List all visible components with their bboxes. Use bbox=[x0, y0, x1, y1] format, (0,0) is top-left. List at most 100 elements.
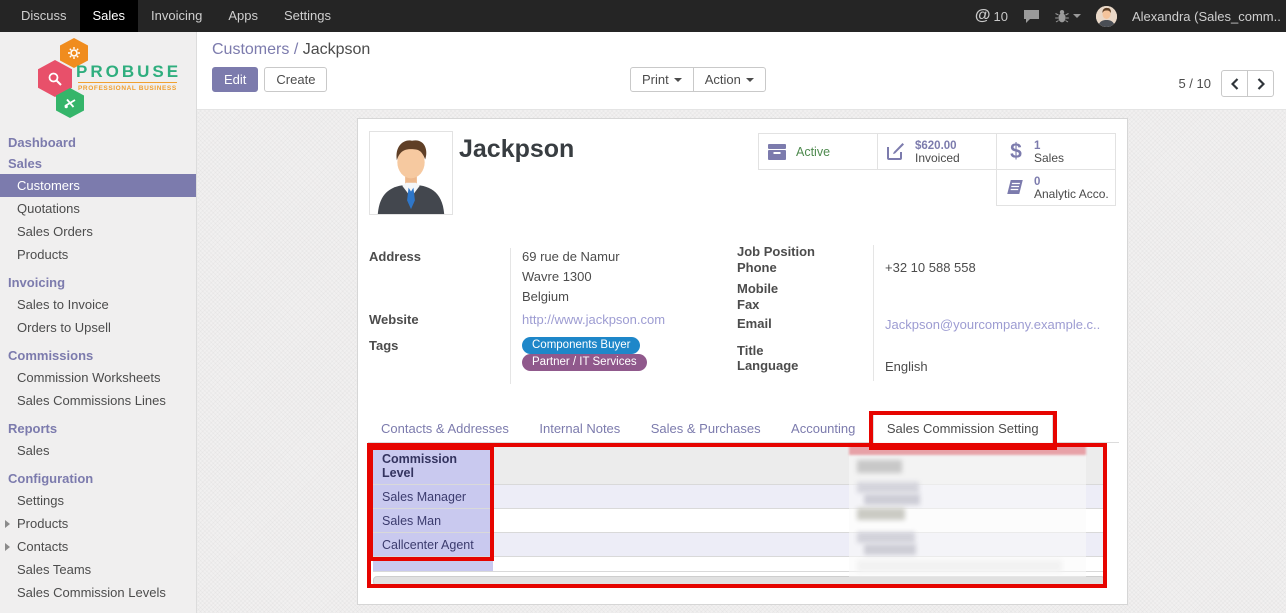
analytic-count: 0 bbox=[1034, 176, 1109, 188]
dollar-icon: $ bbox=[1006, 142, 1026, 162]
menu-invoicing[interactable]: Invoicing bbox=[138, 0, 215, 32]
notebook-tabs: Contacts & Addresses Internal Notes Sale… bbox=[368, 413, 1119, 443]
tab-internal-notes[interactable]: Internal Notes bbox=[526, 414, 633, 443]
stat-button-grid: Active $620.00 Invoiced $ 1 Sales bbox=[759, 134, 1117, 206]
app-window: Discuss Sales Invoicing Apps Settings @ … bbox=[0, 0, 1286, 613]
website-link[interactable]: http://www.jackpson.com bbox=[522, 312, 665, 327]
redacted-block bbox=[857, 482, 919, 493]
analytic-accounts-stat-button[interactable]: 0 Analytic Acco... bbox=[996, 169, 1116, 206]
group-separator bbox=[510, 248, 511, 384]
action-label: Action bbox=[705, 72, 741, 87]
sidebar-item-customers[interactable]: Customers bbox=[0, 174, 196, 197]
invoiced-amount: $620.00 bbox=[915, 140, 960, 152]
tab-accounting[interactable]: Accounting bbox=[778, 414, 868, 443]
content-area: Jackpson Active $620.00 Invoiced bbox=[197, 110, 1286, 613]
sidebar-item-sales-teams[interactable]: Sales Teams bbox=[0, 558, 196, 581]
tab-contacts-addresses[interactable]: Contacts & Addresses bbox=[368, 414, 522, 443]
address-line-2: Wavre 1300 bbox=[522, 269, 592, 284]
sidebar-item-label: Products bbox=[17, 516, 68, 531]
menu-discuss[interactable]: Discuss bbox=[8, 0, 80, 32]
analytic-label: Analytic Acco... bbox=[1034, 188, 1109, 200]
language-value: English bbox=[885, 359, 928, 374]
sidebar-heading-invoicing[interactable]: Invoicing bbox=[0, 272, 196, 293]
address-label: Address bbox=[369, 249, 421, 264]
pager-next-button[interactable] bbox=[1247, 70, 1274, 97]
address-field-group: Address 69 rue de Namur Wavre 1300 Belgi… bbox=[369, 246, 719, 386]
mention-count: 10 bbox=[994, 9, 1008, 24]
chat-icon[interactable] bbox=[1023, 9, 1040, 24]
title-label: Title bbox=[737, 343, 764, 358]
pager-counter: 5 / 10 bbox=[1178, 76, 1211, 91]
mobile-label: Mobile bbox=[737, 281, 778, 296]
table-horizontal-scrollbar[interactable] bbox=[373, 576, 1105, 586]
language-label: Language bbox=[737, 358, 798, 373]
pager-previous-button[interactable] bbox=[1221, 70, 1248, 97]
logo-subtitle: PROFESSIONAL BUSINESS bbox=[78, 82, 177, 92]
menu-sales[interactable]: Sales bbox=[80, 0, 139, 32]
sidebar-item-sales-commissions-lines[interactable]: Sales Commissions Lines bbox=[0, 389, 196, 412]
job-position-label: Job Position bbox=[737, 244, 815, 259]
redacted-blur-region bbox=[849, 444, 1086, 577]
cell-empty bbox=[373, 557, 493, 571]
tag-partner-it-services: Partner / IT Services bbox=[522, 354, 647, 371]
sidebar-item-reports-sales[interactable]: Sales bbox=[0, 439, 196, 462]
sidebar-item-config-products[interactable]: Products bbox=[0, 512, 196, 535]
tab-sales-purchases[interactable]: Sales & Purchases bbox=[638, 414, 774, 443]
address-line-1: 69 rue de Namur bbox=[522, 249, 620, 264]
sales-count: 1 bbox=[1034, 140, 1064, 152]
redacted-block bbox=[857, 532, 915, 543]
mentions-button[interactable]: @ 10 bbox=[975, 7, 1008, 25]
sidebar-item-settings[interactable]: Settings bbox=[0, 489, 196, 512]
print-dropdown-button[interactable]: Print bbox=[630, 67, 694, 92]
control-panel: Customers / Jackpson Edit Create Print A… bbox=[197, 32, 1286, 110]
menu-settings[interactable]: Settings bbox=[271, 0, 344, 32]
top-menu: Discuss Sales Invoicing Apps Settings bbox=[8, 0, 344, 32]
sidebar-heading-reports[interactable]: Reports bbox=[0, 418, 196, 439]
pager: 5 / 10 bbox=[1178, 70, 1274, 97]
column-header-commission-level[interactable]: Commission Level bbox=[373, 447, 493, 484]
sidebar-item-commission-worksheets[interactable]: Commission Worksheets bbox=[0, 366, 196, 389]
action-dropdown-button[interactable]: Action bbox=[693, 67, 766, 92]
redacted-block bbox=[857, 508, 905, 520]
invoiced-stat-button[interactable]: $620.00 Invoiced bbox=[877, 133, 997, 170]
sales-label: Sales bbox=[1034, 152, 1064, 164]
archive-box-icon bbox=[768, 144, 788, 160]
sidebar-item-sales-commission-levels[interactable]: Sales Commission Levels bbox=[0, 581, 196, 604]
debug-bug-icon[interactable] bbox=[1055, 9, 1081, 23]
breadcrumb-separator: / bbox=[294, 41, 298, 58]
sidebar-heading-sales[interactable]: Sales bbox=[0, 153, 196, 174]
breadcrumb: Customers / Jackpson bbox=[212, 41, 370, 59]
tag-components-buyer: Components Buyer bbox=[522, 337, 640, 354]
cell-commission-level: Callcenter Agent bbox=[373, 533, 493, 556]
sales-stat-button[interactable]: $ 1 Sales bbox=[996, 133, 1116, 170]
sidebar-heading-commissions[interactable]: Commissions bbox=[0, 345, 196, 366]
create-button[interactable]: Create bbox=[264, 67, 327, 92]
print-label: Print bbox=[642, 72, 669, 87]
breadcrumb-customers-link[interactable]: Customers bbox=[212, 41, 289, 58]
active-stat-button[interactable]: Active bbox=[758, 133, 878, 170]
edit-button[interactable]: Edit bbox=[212, 67, 258, 92]
sidebar-item-orders-to-upsell[interactable]: Orders to Upsell bbox=[0, 316, 196, 339]
sidebar-item-sales-orders[interactable]: Sales Orders bbox=[0, 220, 196, 243]
menu-apps[interactable]: Apps bbox=[215, 0, 271, 32]
sidebar-item-config-contacts[interactable]: Contacts bbox=[0, 535, 196, 558]
redacted-pink-bar bbox=[849, 444, 1086, 455]
email-label: Email bbox=[737, 316, 772, 331]
sidebar-item-products[interactable]: Products bbox=[0, 243, 196, 266]
redacted-block bbox=[857, 560, 1062, 572]
email-link[interactable]: Jackpson@yourcompany.example.c.. bbox=[885, 317, 1100, 332]
sidebar-item-quotations[interactable]: Quotations bbox=[0, 197, 196, 220]
expand-arrow-icon bbox=[5, 543, 10, 551]
sidebar-item-sales-to-invoice[interactable]: Sales to Invoice bbox=[0, 293, 196, 316]
active-label: Active bbox=[796, 146, 830, 158]
sidebar-heading-configuration[interactable]: Configuration bbox=[0, 468, 196, 489]
sidebar-heading-dashboard[interactable]: Dashboard bbox=[0, 132, 196, 153]
redacted-block bbox=[864, 494, 920, 505]
user-avatar[interactable] bbox=[1096, 6, 1117, 27]
customer-photo[interactable] bbox=[369, 131, 453, 215]
tab-sales-commission-setting[interactable]: Sales Commission Setting bbox=[873, 413, 1053, 444]
record-title: Jackpson bbox=[459, 135, 574, 164]
sidebar: PROBUSE PROFESSIONAL BUSINESS Dashboard … bbox=[0, 32, 197, 613]
user-menu[interactable]: Alexandra (Sales_comm.. bbox=[1132, 9, 1282, 24]
expand-arrow-icon bbox=[5, 520, 10, 528]
